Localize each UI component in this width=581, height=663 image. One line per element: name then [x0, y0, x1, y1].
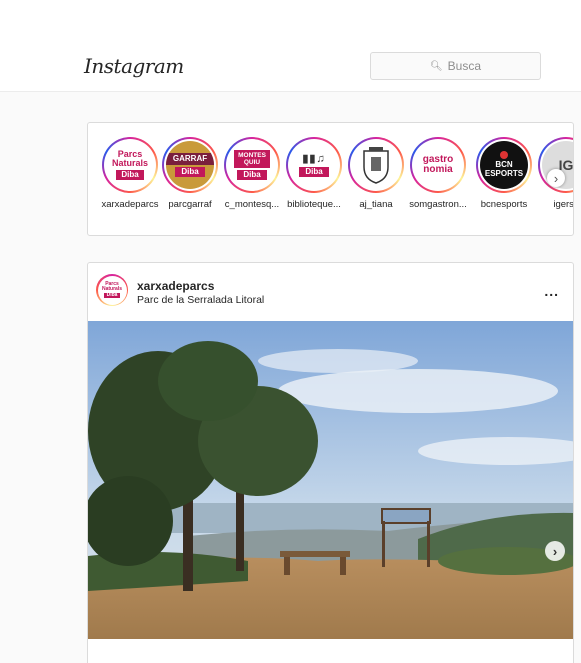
chevron-right-icon[interactable]: ›: [547, 169, 565, 187]
story-avatar: [352, 141, 400, 189]
instagram-logo[interactable]: Instagram: [84, 54, 184, 78]
story-avatar: Parcs Naturals Diba: [106, 141, 154, 189]
post-location[interactable]: Parc de la Serralada Litoral: [137, 294, 264, 306]
story-avatar: gastro nomia: [414, 141, 462, 189]
story-item-bcnesports[interactable]: BCN ESPORTS bcnesports: [472, 137, 536, 210]
coat-of-arms-icon: [363, 147, 389, 184]
story-item-xarxadeparcs[interactable]: Parcs Naturals Diba xarxadeparcs: [98, 137, 162, 210]
search-placeholder: Busca: [447, 59, 482, 73]
search-icon: 🔍︎: [429, 60, 443, 72]
stories-tray: Parcs Naturals Diba xarxadeparcs GARRAF …: [87, 122, 574, 236]
story-label: biblioteque...: [287, 199, 341, 210]
story-label: xarxadeparcs: [101, 199, 159, 210]
story-label: bcnesports: [480, 199, 528, 210]
story-label: parcgarraf: [168, 199, 212, 210]
story-avatar: BCN ESPORTS: [480, 141, 528, 189]
story-avatar: GARRAF Diba: [166, 141, 214, 189]
top-navigation-bar: Instagram 🔍︎ Busca: [0, 0, 581, 92]
story-item-biblioteques[interactable]: ▮▮♫ Diba biblioteque...: [282, 137, 346, 210]
post-avatar[interactable]: Parcs Naturals Diba: [96, 274, 128, 306]
story-avatar: ▮▮♫ Diba: [290, 141, 338, 189]
post-photo[interactable]: ›: [88, 321, 573, 639]
story-label: igersv: [553, 199, 574, 210]
story-item-aj-tiana[interactable]: aj_tiana: [344, 137, 408, 210]
post-header: Parcs Naturals Diba xarxadeparcs Parc de…: [88, 263, 573, 321]
story-item-parcgarraf[interactable]: GARRAF Diba parcgarraf: [158, 137, 222, 210]
library-icons-icon: ▮▮♫: [302, 152, 326, 165]
chevron-right-icon[interactable]: ›: [545, 541, 565, 561]
story-avatar: MONTES QUIU Diba: [228, 141, 276, 189]
feed-post: Parcs Naturals Diba xarxadeparcs Parc de…: [87, 262, 574, 663]
story-item-somgastronomia[interactable]: gastro nomia somgastron...: [406, 137, 470, 210]
story-label: aj_tiana: [359, 199, 393, 210]
post-username[interactable]: xarxadeparcs: [137, 279, 214, 293]
story-item-c-montesquiu[interactable]: MONTES QUIU Diba c_montesq...: [220, 137, 284, 210]
more-options-icon[interactable]: ...: [544, 283, 559, 299]
story-label: c_montesq...: [224, 199, 280, 210]
story-label: somgastron...: [409, 199, 467, 210]
search-input[interactable]: 🔍︎ Busca: [370, 52, 541, 80]
